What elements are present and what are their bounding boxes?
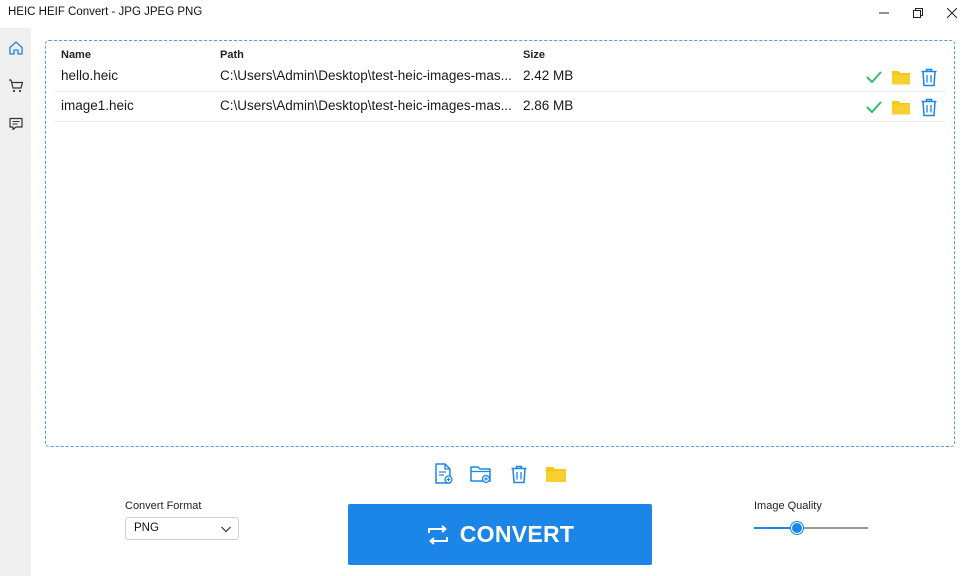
- add-folder-icon: [470, 466, 491, 484]
- convert-button-label: CONVERT: [459, 521, 575, 547]
- slider-thumb[interactable]: [791, 522, 803, 534]
- convert-button[interactable]: CONVERT: [348, 504, 652, 565]
- restore-button[interactable]: [901, 0, 935, 26]
- status-check: [863, 66, 885, 88]
- trash-icon: [921, 68, 937, 86]
- chevron-down-icon: [221, 526, 231, 533]
- status-check: [863, 96, 885, 118]
- add-file-icon: [435, 463, 453, 484]
- check-icon: [866, 71, 882, 83]
- column-header-size: Size: [523, 49, 546, 61]
- file-size: 2.86 MB: [523, 98, 574, 113]
- sidebar: [0, 28, 31, 576]
- close-icon: [947, 8, 957, 18]
- window-title: HEIC HEIF Convert - JPG JPEG PNG: [8, 6, 203, 18]
- restore-icon: [913, 8, 923, 18]
- image-quality-slider[interactable]: [754, 520, 868, 536]
- convert-format-label: Convert Format: [125, 500, 202, 512]
- close-button[interactable]: [935, 0, 969, 26]
- file-path: C:\Users\Admin\Desktop\test-heic-images-…: [220, 68, 512, 83]
- convert-format-dropdown[interactable]: PNG: [125, 517, 239, 540]
- minimize-icon: [879, 12, 889, 14]
- file-row[interactable]: image1.heic C:\Users\Admin\Desktop\test-…: [54, 92, 946, 122]
- remove-file-button[interactable]: [918, 96, 940, 118]
- sidebar-item-feedback[interactable]: [6, 114, 26, 134]
- sidebar-item-home[interactable]: [6, 38, 26, 58]
- feedback-icon: [9, 117, 23, 131]
- sidebar-item-store[interactable]: [6, 76, 26, 96]
- clear-list-button[interactable]: [507, 462, 531, 486]
- file-path: C:\Users\Admin\Desktop\test-heic-images-…: [220, 98, 512, 113]
- title-bar: HEIC HEIF Convert - JPG JPEG PNG: [0, 0, 970, 28]
- folder-icon: [892, 101, 910, 115]
- cart-icon: [9, 79, 24, 93]
- convert-format-value: PNG: [134, 522, 159, 534]
- file-size: 2.42 MB: [523, 68, 574, 83]
- home-icon: [9, 41, 23, 55]
- file-name: hello.heic: [61, 68, 119, 83]
- column-header-path: Path: [220, 49, 244, 61]
- file-row[interactable]: hello.heic C:\Users\Admin\Desktop\test-h…: [54, 62, 946, 92]
- open-folder-button[interactable]: [890, 96, 912, 118]
- convert-arrows-icon: [427, 524, 448, 545]
- add-folder-button[interactable]: [469, 462, 493, 486]
- open-folder-button[interactable]: [890, 66, 912, 88]
- open-output-folder-button[interactable]: [544, 462, 568, 486]
- add-files-button[interactable]: [432, 462, 456, 486]
- file-drop-zone[interactable]: Name Path Size hello.heic C:\Users\Admin…: [45, 40, 955, 447]
- check-icon: [866, 101, 882, 113]
- trash-icon: [921, 98, 937, 116]
- minimize-button[interactable]: [867, 0, 901, 26]
- image-quality-label: Image Quality: [754, 500, 822, 512]
- remove-file-button[interactable]: [918, 66, 940, 88]
- column-header-name: Name: [61, 49, 91, 61]
- file-name: image1.heic: [61, 98, 134, 113]
- delete-all-icon: [511, 465, 527, 483]
- folder-icon: [892, 71, 910, 85]
- open-folder-icon: [546, 467, 566, 482]
